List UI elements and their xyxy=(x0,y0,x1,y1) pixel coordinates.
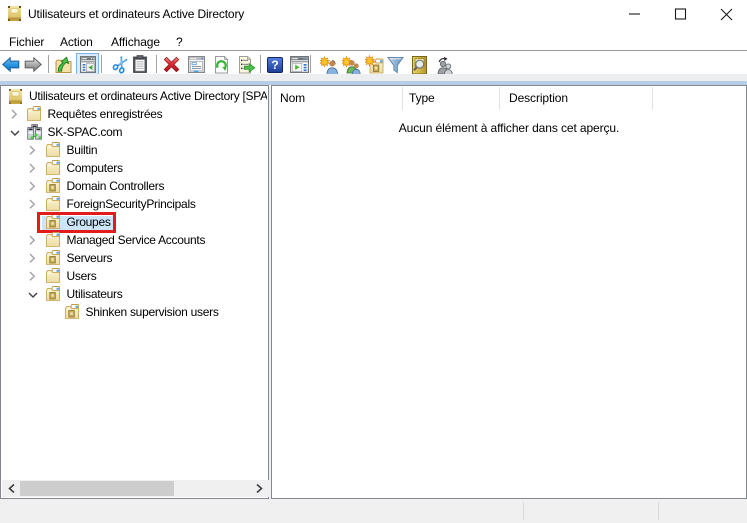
svg-text:?: ? xyxy=(271,58,278,72)
